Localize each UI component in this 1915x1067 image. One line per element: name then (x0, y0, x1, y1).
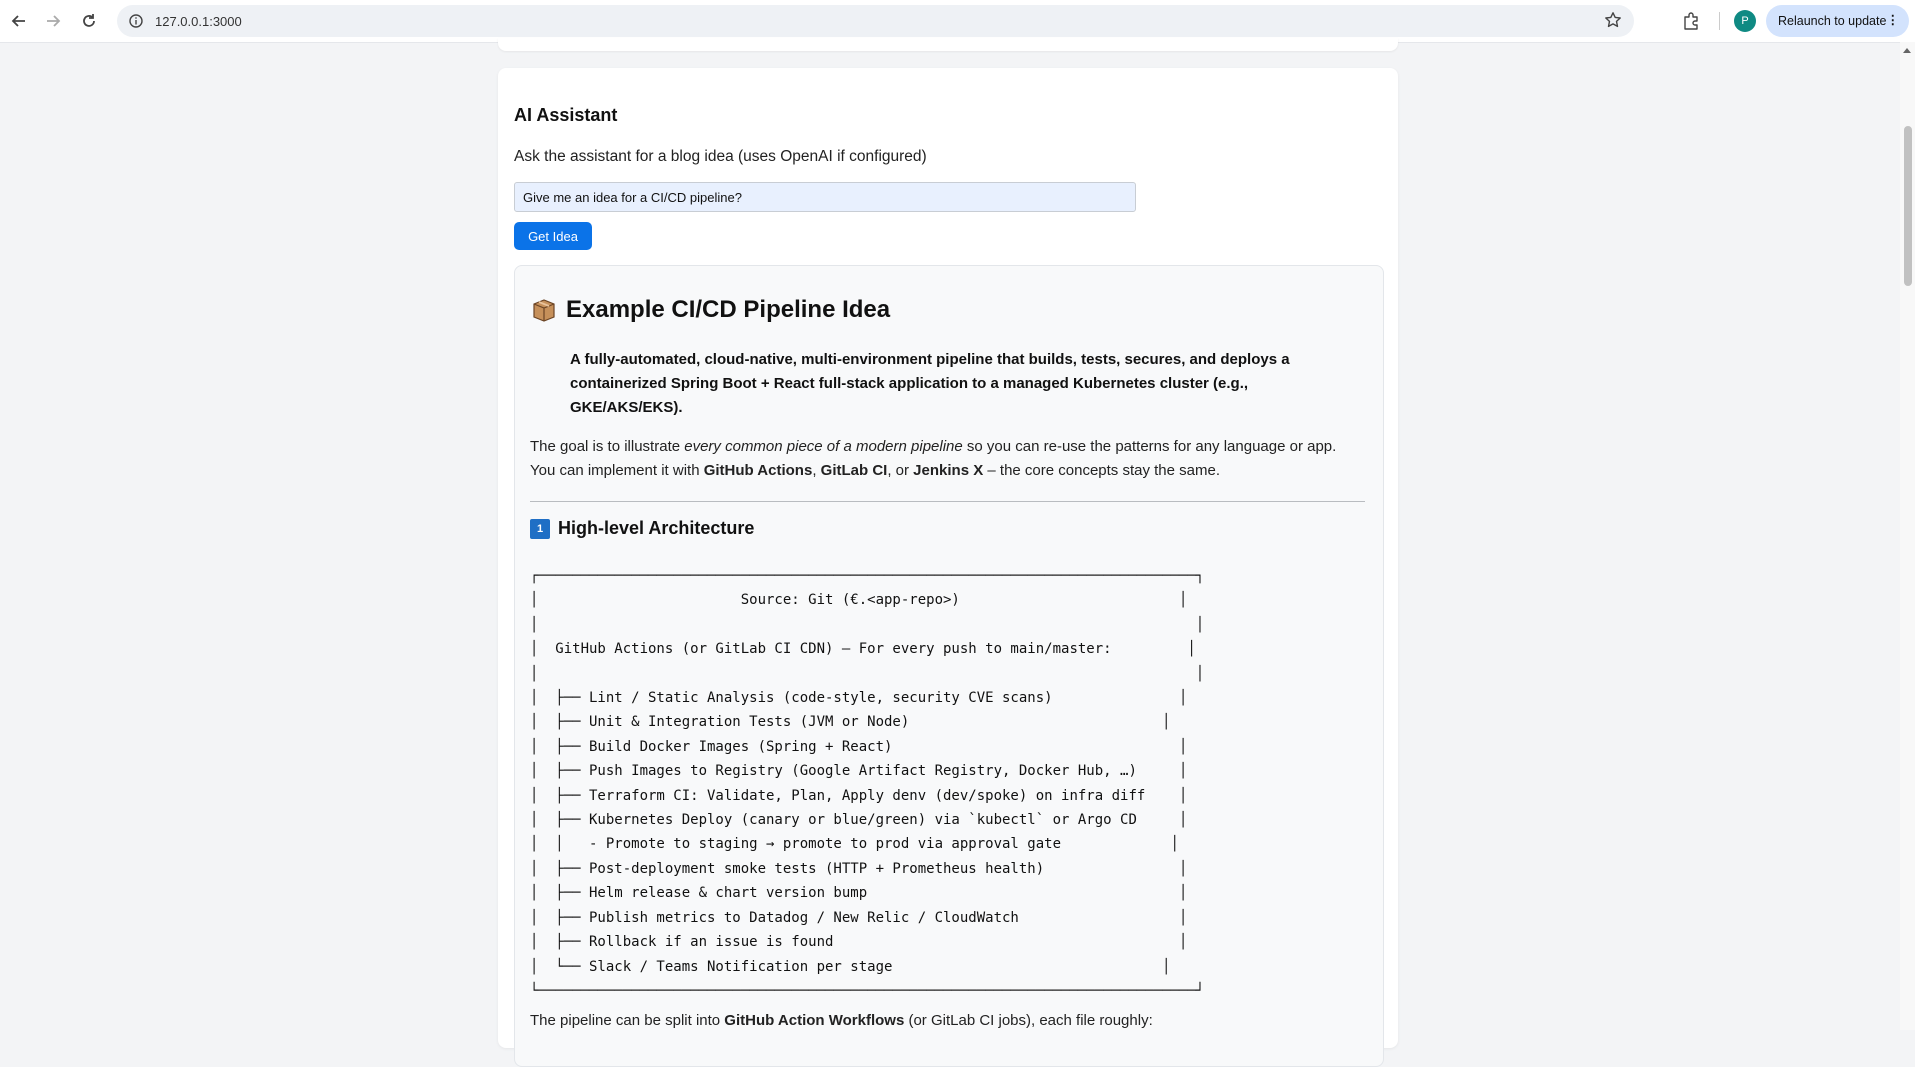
forward-arrow-icon (47, 15, 61, 27)
architecture-diagram: ┌───────────────────────────────────────… (530, 568, 1205, 999)
workflow-paragraph: The pipeline can be split into GitHub Ac… (530, 1012, 1153, 1029)
workflow-text: The pipeline can be split into (530, 1012, 725, 1029)
url-text[interactable]: 127.0.0.1:3000 (155, 14, 242, 29)
site-info-icon[interactable] (127, 12, 145, 30)
relaunch-label: Relaunch to update (1778, 14, 1887, 28)
card-title: AI Assistant (514, 105, 618, 125)
keycap-one-icon: 1 (530, 518, 550, 539)
intro-text: , or (887, 462, 914, 479)
scroll-up-arrow-icon[interactable] (1903, 48, 1911, 53)
scrollbar-thumb[interactable] (1904, 126, 1912, 286)
profile-avatar[interactable]: P (1734, 10, 1756, 32)
ai-assistant-card: AI Assistant Ask the assistant for a blo… (498, 68, 1398, 1067)
workflow-bold: GitHub Action Workflows (724, 1012, 905, 1029)
tool-name: Jenkins X (913, 462, 984, 479)
intro-text: so you can re-use the patterns for any l… (962, 438, 1337, 455)
intro-text: – the core concepts stay the same. (983, 462, 1221, 479)
card-description: Ask the assistant for a blog idea (uses … (514, 148, 927, 165)
summary-quote: A fully-automated, cloud-native, multi-e… (570, 351, 1290, 416)
result-heading: Example CI/CD Pipeline Idea (531, 296, 890, 324)
section-heading-text: High-level Architecture (558, 518, 755, 538)
back-button[interactable] (8, 10, 30, 32)
intro-paragraph: The goal is to illustrate every common p… (530, 435, 1370, 483)
intro-text: The goal is to illustrate (530, 438, 685, 455)
toolbar-divider (1719, 12, 1720, 30)
reload-icon (83, 14, 95, 27)
section-heading: 1 High-level Architecture (530, 518, 754, 539)
bookmark-star-icon[interactable] (1604, 11, 1622, 34)
section-divider (530, 501, 1365, 502)
address-bar[interactable]: 127.0.0.1:3000 (117, 5, 1634, 37)
tool-name: GitHub Actions (703, 462, 813, 479)
browser-toolbar: 127.0.0.1:3000 P Relaunch to update ⋮ (0, 0, 1915, 43)
intro-text: , (812, 462, 821, 479)
previous-card-bottom (498, 38, 1398, 51)
back-arrow-icon (11, 15, 25, 27)
intro-emphasis: every common piece of a modern pipeline (684, 438, 963, 455)
page-scrollbar[interactable] (1900, 42, 1915, 1030)
package-icon (533, 299, 555, 322)
reload-button[interactable] (78, 10, 100, 32)
idea-result-panel: Example CI/CD Pipeline Idea A fully-auto… (514, 265, 1384, 1067)
extensions-icon[interactable] (1680, 10, 1702, 32)
relaunch-button[interactable]: Relaunch to update ⋮ (1766, 5, 1909, 37)
more-menu-icon[interactable]: ⋮ (1887, 12, 1900, 27)
forward-button[interactable] (42, 10, 64, 32)
get-idea-button[interactable]: Get Idea (514, 222, 592, 250)
result-heading-text: Example CI/CD Pipeline Idea (566, 296, 891, 323)
tool-name: GitLab CI (820, 462, 888, 479)
workflow-text: (or GitLab CI jobs), each file roughly: (904, 1012, 1153, 1029)
intro-text: You can implement it with (530, 462, 704, 479)
prompt-input[interactable] (514, 182, 1136, 212)
